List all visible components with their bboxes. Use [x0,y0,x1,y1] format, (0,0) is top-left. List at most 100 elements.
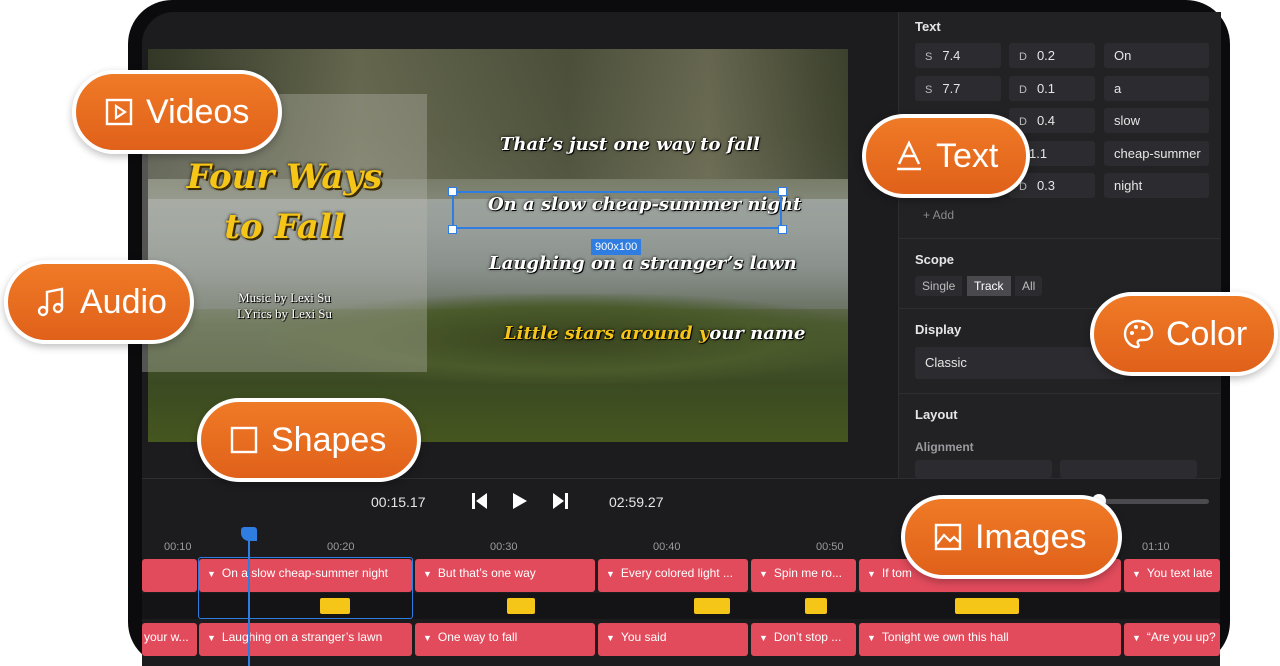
timeline-clip[interactable]: ▼ One way to fall [415,623,595,656]
selected-clip-outline [198,557,413,619]
title-line-2: to Fall [224,207,345,247]
clip-label: Every colored light ... [620,566,733,580]
skip-forward-icon[interactable] [552,491,568,516]
lyric-line-4[interactable]: Little stars around your name [504,323,805,344]
horizontal-alignment-group[interactable] [915,460,1052,478]
word-field[interactable]: a [1104,76,1209,101]
title-line-1: Four Ways [186,157,383,197]
timeline-clip[interactable]: ▼ Laughing on a stranger’s lawn [199,623,412,656]
videos-feature-pill: Videos [72,70,282,154]
clip-collapse-icon: ▼ [759,633,768,643]
clip-label: Don’t stop ... [773,630,842,644]
play-icon[interactable] [512,491,528,516]
image-icon [933,522,963,552]
clip-label: “Are you up? [1146,630,1216,644]
shapes-label: Shapes [271,420,387,459]
clip-label: Tonight we own this hall [881,630,1009,644]
ruler-tick: 00:50 [816,541,844,553]
scope-single[interactable]: Single [915,276,963,296]
clip-collapse-icon: ▼ [1132,569,1141,579]
timeline-clip[interactable]: ▼ Spin me ro... [751,559,856,592]
word-block[interactable] [694,598,730,614]
start-key: S [925,51,933,63]
word-block[interactable] [955,598,1019,614]
images-label: Images [975,517,1087,556]
word-field[interactable]: On [1104,43,1209,68]
clip-collapse-icon: ▼ [606,633,615,643]
start-value: 7.4 [942,48,961,63]
duration-field[interactable]: D 0.4 [1009,108,1095,133]
layout-header: Layout [915,407,958,422]
timeline-clip[interactable]: ▼ “Are you up? [1124,623,1220,656]
duration-value: 0.3 [1036,178,1056,193]
size-tag: 900x100 [591,239,642,255]
zoom-slider[interactable] [1100,499,1209,504]
timeline-clip[interactable]: ▼ Don’t stop ... [751,623,856,656]
timeline-clip[interactable]: ▼ But that’s one way [415,559,595,592]
word-block[interactable] [507,598,535,614]
video-title: Four Ways to Fall [142,152,427,252]
resize-handle-bl[interactable] [448,225,457,234]
clip-collapse-icon: ▼ [207,633,216,643]
clip-collapse-icon: ▼ [423,569,432,579]
lyric-line-3[interactable]: Laughing on a stranger’s lawn [489,253,797,274]
word-field[interactable]: night [1104,173,1209,198]
clip-label: If tom [881,566,912,580]
total-time: 02:59.27 [609,494,664,510]
videos-label: Videos [146,92,250,131]
timeline-clip[interactable]: ▼ Tonight we own this hall [859,623,1121,656]
timeline-clip[interactable] [142,559,197,592]
timeline-clip[interactable]: ▼ You text late [1124,559,1220,592]
clip-label: But that’s one way [437,566,536,580]
clip-collapse-icon: ▼ [423,633,432,643]
playhead-handle[interactable] [241,527,257,541]
playhead[interactable] [248,538,250,666]
duration-value: 0.4 [1036,113,1056,128]
add-word-button[interactable]: + Add [923,208,954,222]
duration-key: D [1019,116,1027,128]
scope-header: Scope [915,252,955,267]
skip-back-icon[interactable] [472,491,488,516]
word-field[interactable]: slow [1104,108,1209,133]
duration-value: 0.2 [1036,48,1056,63]
duration-field[interactable]: D 0.1 [1009,76,1095,101]
clip-label: One way to fall [437,630,518,644]
display-header: Display [915,322,962,337]
resize-handle-tl[interactable] [448,187,457,196]
scope-track[interactable]: Track [967,276,1011,296]
clip-collapse-icon: ▼ [867,569,876,579]
text-label: Text [936,136,999,175]
resize-handle-tr[interactable] [778,187,787,196]
alignment-label: Alignment [915,440,974,454]
duration-field[interactable]: D 0.2 [1009,43,1095,68]
lyric-rest-part: our name [709,323,806,344]
timeline-clip[interactable]: your w... [142,623,197,656]
ruler-tick: 00:10 [164,541,192,553]
ruler-tick: 00:30 [490,541,518,553]
duration-key: D [1019,84,1027,96]
start-field[interactable]: S 7.4 [915,43,1001,68]
clip-collapse-icon: ▼ [606,569,615,579]
current-time: 00:15.17 [371,494,426,510]
duration-value: 0.1 [1036,81,1056,96]
clip-label: You text late [1146,566,1213,580]
ruler-tick: 00:40 [653,541,681,553]
palette-icon [1122,318,1154,350]
vertical-alignment-group[interactable] [1060,460,1197,478]
color-feature-pill: Color [1090,292,1278,376]
text-selection-box[interactable] [452,191,782,229]
word-field[interactable]: cheap-summer [1104,141,1209,166]
clip-collapse-icon: ▼ [759,569,768,579]
clip-label: Spin me ro... [773,566,842,580]
duration-key: D [1019,51,1027,63]
start-field[interactable]: S 7.7 [915,76,1001,101]
start-value: 7.7 [942,81,961,96]
word-block[interactable] [805,598,827,614]
clip-label: You said [620,630,667,644]
timeline-clip[interactable]: ▼ Every colored light ... [598,559,748,592]
color-label: Color [1166,314,1248,353]
timeline-clip[interactable]: ▼ You said [598,623,748,656]
scope-all[interactable]: All [1015,276,1043,296]
resize-handle-br[interactable] [778,225,787,234]
lyric-line-1[interactable]: That’s just one way to fall [500,134,760,155]
